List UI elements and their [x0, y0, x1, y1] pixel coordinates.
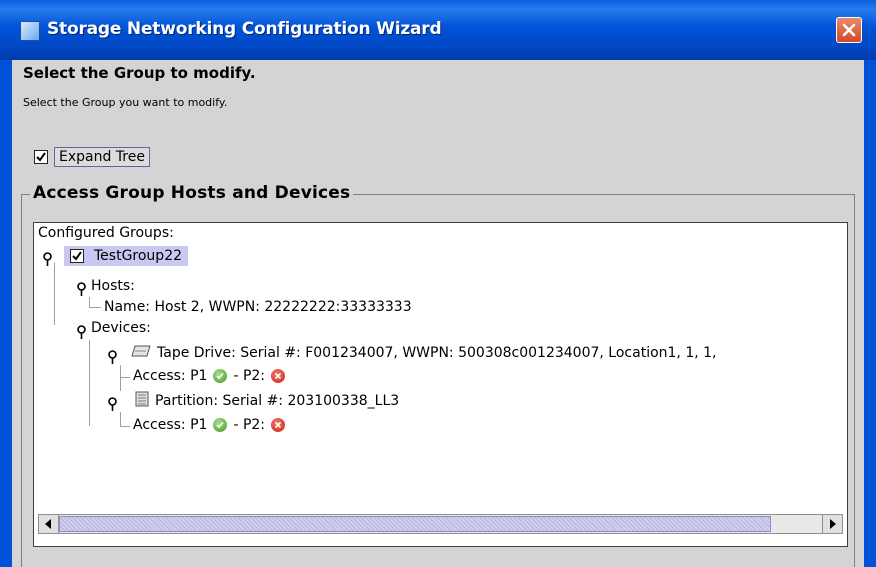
host-entry: Name: Host 2, WWPN: 22222222:33333333 [104, 299, 412, 315]
devices-label: Devices: [91, 320, 151, 336]
tree-connector [89, 297, 90, 307]
window-frame-left [0, 60, 12, 567]
hosts-label: Hosts: [91, 278, 135, 294]
group-name: TestGroup22 [94, 248, 183, 264]
arrow-right-icon [830, 519, 836, 529]
expand-handle-icon[interactable] [76, 281, 87, 296]
window-title: Storage Networking Configuration Wizard [47, 19, 442, 39]
tree-connector [120, 426, 130, 427]
tree-connector [89, 307, 101, 308]
device-partition[interactable]: Partition: Serial #: 203100338_LL3 [135, 391, 399, 411]
access-p2-label: - P2: [233, 368, 266, 384]
configured-groups-label: Configured Groups: [38, 225, 174, 241]
wizard-window: Storage Networking Configuration Wizard … [0, 0, 876, 567]
error-x-icon [271, 418, 286, 432]
access-p2-label: - P2: [233, 417, 266, 433]
partition-icon [135, 391, 149, 411]
host-item[interactable]: Name: Host 2, WWPN: 22222222:33333333 [104, 299, 412, 315]
checkmark-icon [72, 251, 82, 261]
scrollbar-thumb[interactable] [59, 516, 771, 532]
expand-handle-icon[interactable] [107, 349, 118, 364]
tape-drive-icon [131, 345, 151, 361]
tree-node-group[interactable]: TestGroup22 [64, 246, 189, 266]
group-tree[interactable]: Configured Groups: TestGroup22 Hosts: Na… [33, 222, 848, 547]
expand-tree-checkbox[interactable] [34, 150, 48, 164]
tree-node-hosts[interactable]: Hosts: [91, 278, 135, 294]
page-instruction: Select the Group you want to modify. [23, 96, 228, 109]
tree-root-label: Configured Groups: [38, 225, 174, 241]
access-p1-label: Access: P1 [133, 368, 208, 384]
partition-access: Access: P1 - P2: [133, 417, 291, 433]
check-icon [213, 418, 228, 432]
tape-drive-access: Access: P1 - P2: [133, 368, 291, 384]
tree-connector [120, 365, 121, 391]
tree-connector [120, 412, 121, 426]
group-checkbox[interactable] [70, 249, 84, 263]
check-icon [213, 369, 228, 383]
dialog-content: Select the Group to modify. Select the G… [12, 60, 864, 567]
tree-node-devices[interactable]: Devices: [91, 320, 151, 336]
tree-connector [120, 377, 130, 378]
tree-connector [54, 263, 55, 325]
title-bar[interactable]: Storage Networking Configuration Wizard [0, 0, 876, 60]
error-x-icon [271, 369, 286, 383]
expand-handle-icon[interactable] [76, 324, 87, 339]
horizontal-scrollbar[interactable] [38, 514, 843, 534]
scroll-right-button[interactable] [822, 515, 842, 533]
window-frame-right [864, 60, 876, 567]
partition-label: Partition: Serial #: 203100338_LL3 [155, 393, 400, 409]
expand-tree-label[interactable]: Expand Tree [54, 147, 150, 167]
access-group-title: Access Group Hosts and Devices [30, 183, 354, 203]
tape-drive-label: Tape Drive: Serial #: F001234007, WWPN: … [157, 345, 717, 361]
close-button[interactable] [836, 17, 862, 43]
access-p1-label: Access: P1 [133, 417, 208, 433]
page-heading: Select the Group to modify. [23, 64, 256, 82]
close-icon [842, 23, 856, 37]
expand-handle-icon[interactable] [107, 396, 118, 411]
scroll-left-button[interactable] [39, 515, 59, 533]
device-tape-drive[interactable]: Tape Drive: Serial #: F001234007, WWPN: … [131, 345, 717, 361]
arrow-left-icon [45, 519, 51, 529]
expand-tree-option[interactable]: Expand Tree [34, 145, 150, 169]
checkmark-icon [36, 152, 46, 162]
selected-group-highlight[interactable]: TestGroup22 [64, 246, 189, 266]
expand-handle-icon[interactable] [42, 251, 53, 266]
tree-connector [89, 340, 90, 426]
app-icon [20, 21, 40, 41]
